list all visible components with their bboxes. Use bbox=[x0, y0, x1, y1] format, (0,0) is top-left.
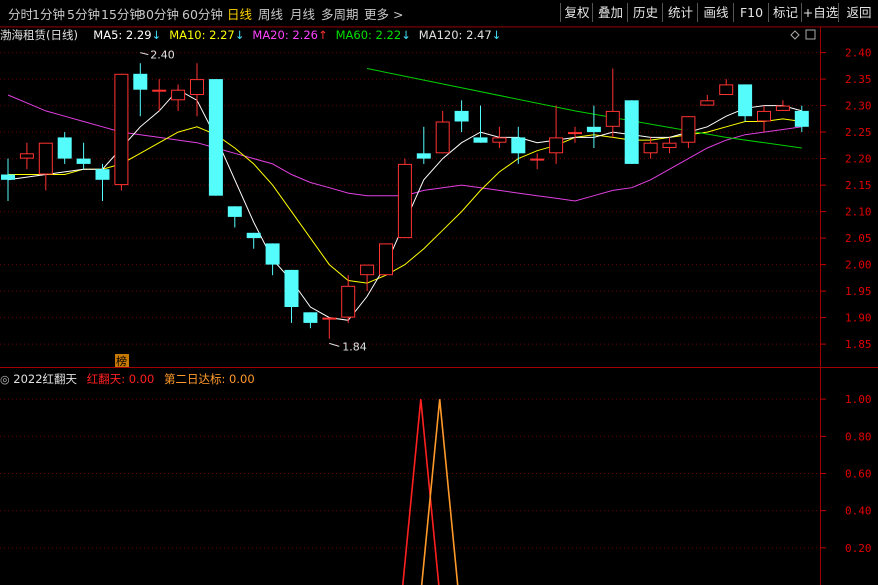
y-tick-label: 1.00 bbox=[845, 393, 872, 406]
candle-body bbox=[57, 137, 72, 159]
candle-body bbox=[454, 110, 469, 122]
candle-body bbox=[700, 100, 715, 106]
candle-body bbox=[152, 89, 167, 92]
candle-body bbox=[76, 158, 91, 164]
candle-body bbox=[95, 169, 110, 180]
candle-body bbox=[38, 142, 53, 175]
y-tick-label: 0.40 bbox=[845, 505, 872, 518]
candle-body bbox=[246, 232, 261, 239]
annotation-leader bbox=[329, 342, 340, 347]
candle-body bbox=[284, 269, 299, 307]
candle-body bbox=[360, 264, 375, 276]
candle-body bbox=[303, 312, 318, 323]
candle-body bbox=[208, 79, 223, 196]
y-tick-label: 2.10 bbox=[845, 206, 872, 219]
candle-body bbox=[549, 137, 564, 154]
kline-chart[interactable]: 2.40 2.35 2.30 2.25 2.20 2.15 2.10 2.05 2.00 1.95… bbox=[0, 0, 878, 585]
y-tick-label: 1.90 bbox=[845, 312, 872, 325]
candle-body bbox=[133, 73, 148, 90]
high-price-annotation: 2.40 bbox=[150, 49, 175, 62]
candle-body bbox=[662, 142, 677, 148]
candle-body bbox=[605, 110, 620, 127]
candle-body bbox=[190, 79, 204, 95]
candle-body bbox=[586, 126, 601, 133]
indicator-spike-0 bbox=[402, 399, 440, 585]
candle-body bbox=[114, 73, 129, 186]
y-tick-label: 2.00 bbox=[845, 259, 872, 272]
diamond-icon bbox=[790, 30, 800, 40]
y-tick-label: 2.30 bbox=[845, 100, 872, 113]
y-tick-label: 2.25 bbox=[845, 126, 872, 139]
candle-body bbox=[397, 163, 412, 239]
y-tick-label: 1.95 bbox=[845, 285, 872, 298]
low-price-annotation: 1.84 bbox=[342, 340, 367, 353]
y-tick-label: 2.20 bbox=[845, 153, 872, 166]
y-tick-label: 0.60 bbox=[845, 467, 872, 480]
candle-body bbox=[171, 89, 186, 101]
candle-body bbox=[1, 174, 15, 180]
square-icon bbox=[805, 29, 816, 40]
candle-body bbox=[757, 110, 771, 122]
y-tick-label: 0.80 bbox=[845, 430, 872, 443]
candle-body bbox=[416, 153, 431, 159]
candle-body bbox=[473, 137, 488, 143]
candle-body bbox=[322, 317, 337, 320]
candle-body bbox=[794, 110, 809, 127]
y-tick-label: 2.05 bbox=[845, 232, 872, 245]
candle-body bbox=[624, 100, 639, 164]
y-tick-label: 2.40 bbox=[845, 47, 872, 60]
candle-body bbox=[492, 137, 507, 143]
candle-body bbox=[227, 206, 242, 217]
candle-body bbox=[568, 132, 582, 135]
candle-body bbox=[435, 121, 450, 154]
y-tick-label: 2.15 bbox=[845, 179, 872, 192]
candle-body bbox=[681, 116, 696, 143]
indicator-spike-1 bbox=[420, 399, 459, 585]
candle-body bbox=[719, 84, 734, 96]
y-tick-label: 1.85 bbox=[845, 338, 872, 351]
candle-body bbox=[265, 243, 280, 265]
candle-body bbox=[341, 285, 356, 318]
candle-body bbox=[511, 137, 526, 154]
candle-body bbox=[643, 142, 658, 154]
candle-body bbox=[775, 105, 790, 111]
bang-badge-label: 榜 bbox=[116, 354, 127, 368]
y-tick-label: 2.35 bbox=[845, 73, 872, 86]
candle-body bbox=[379, 243, 393, 276]
candle-body bbox=[530, 158, 545, 161]
y-tick-label: 0.20 bbox=[845, 542, 872, 555]
candle-body bbox=[19, 153, 34, 159]
candle-body bbox=[738, 84, 753, 117]
